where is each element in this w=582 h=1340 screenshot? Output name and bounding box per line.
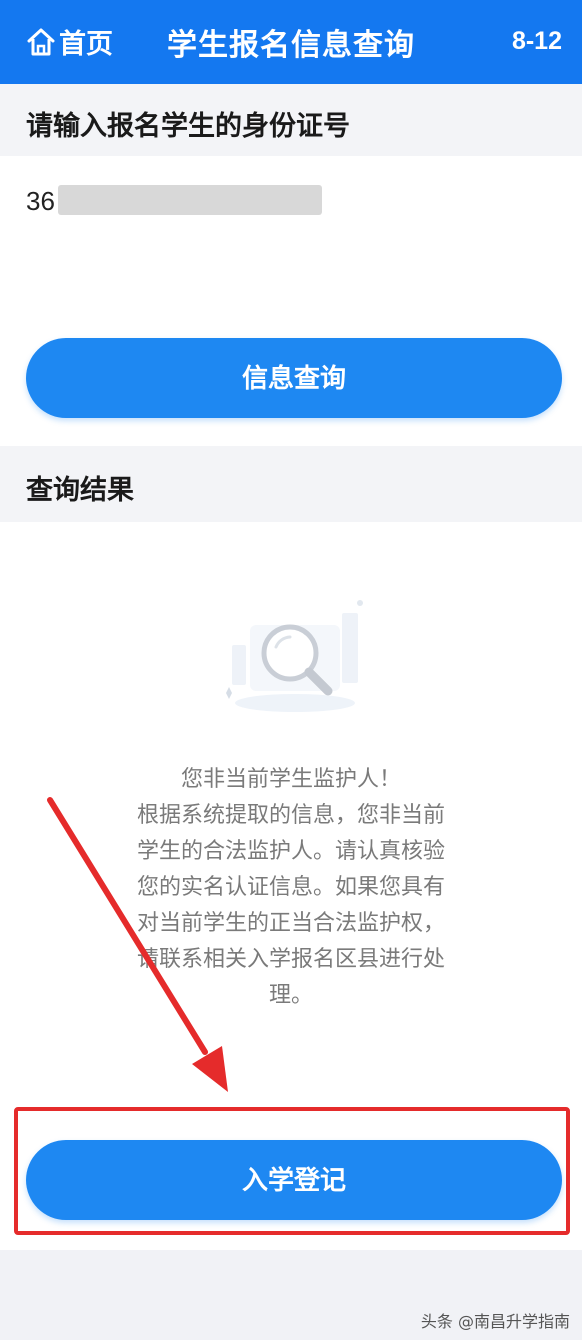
- result-message-line: 请联系相关入学报名区县进行处: [136, 947, 445, 972]
- id-number-field[interactable]: 36: [26, 186, 55, 217]
- result-section-label: 查询结果: [26, 475, 134, 506]
- page-title: 学生报名信息查询: [167, 28, 415, 63]
- top-header: 首页 学生报名信息查询 8-12: [0, 0, 582, 84]
- annotation-highlight-box: [14, 1107, 570, 1235]
- result-message-line: 您的实名认证信息。如果您具有: [136, 875, 445, 900]
- result-message-line: 学生的合法监护人。请认真核验: [136, 839, 445, 864]
- header-meta: 8-12: [511, 27, 562, 55]
- watermark: 头条 @南昌升学指南: [420, 1312, 570, 1331]
- result-message: 您非当前学生监护人！ 根据系统提取的信息，您非当前 学生的合法监护人。请认真核验…: [100, 762, 482, 1014]
- query-button[interactable]: 信息查询: [26, 338, 562, 418]
- result-section-header: 查询结果: [0, 446, 582, 522]
- result-message-line: 根据系统提取的信息，您非当前: [136, 803, 445, 828]
- id-section-header: 请输入报名学生的身份证号: [0, 84, 582, 156]
- result-message-line: 您非当前学生监护人！: [180, 767, 401, 792]
- magnifier-icon: [226, 600, 363, 712]
- result-message-line: 理。: [268, 983, 313, 1008]
- result-message-line: 对当前学生的正当合法监护权，: [136, 911, 445, 936]
- id-section-label: 请输入报名学生的身份证号: [26, 111, 350, 142]
- id-number-redaction: [58, 185, 322, 215]
